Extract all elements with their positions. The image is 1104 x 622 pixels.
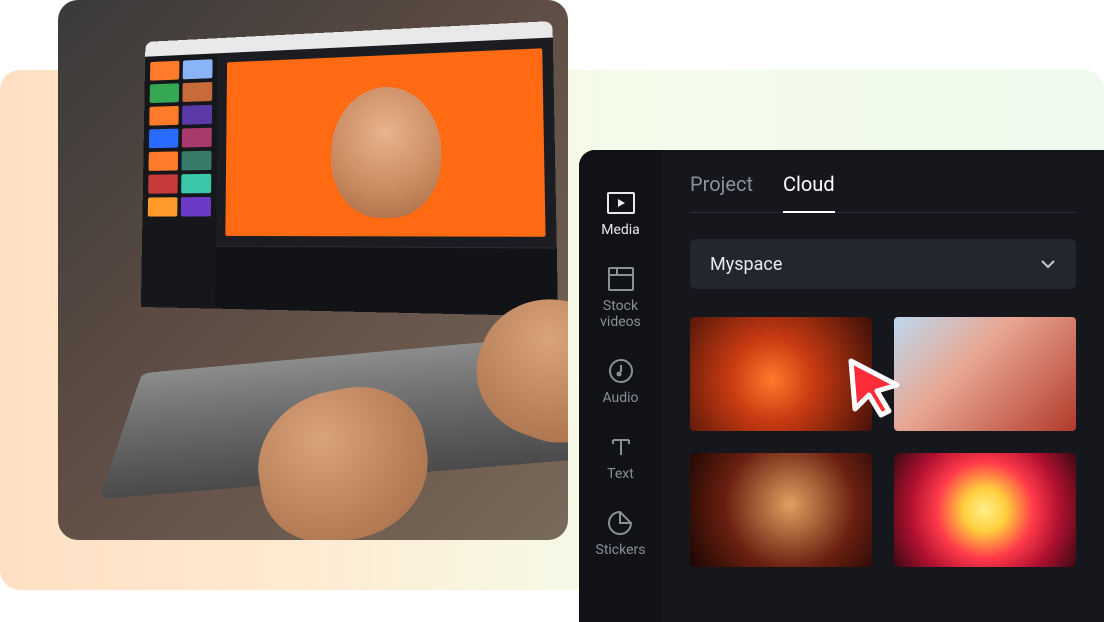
sidebar-item-label: Text <box>607 466 634 482</box>
sidebar-item-audio[interactable]: Audio <box>602 358 638 406</box>
laptop-photo <box>58 0 568 540</box>
tab-project[interactable]: Project <box>690 172 753 200</box>
chevron-down-icon <box>1040 259 1056 269</box>
sidebar-item-stock-videos[interactable]: Stock videos <box>600 266 641 330</box>
sidebar-item-label: Stickers <box>596 542 646 558</box>
left-sidebar: Media Stock videos Audio <box>579 150 662 622</box>
stickers-icon <box>605 510 635 536</box>
laptop-screen <box>141 21 558 316</box>
media-icon <box>606 190 636 216</box>
tabs: Project Cloud <box>690 172 1076 213</box>
text-icon <box>606 434 636 460</box>
sidebar-item-label: Media <box>601 222 640 238</box>
tab-label: Cloud <box>783 172 835 196</box>
audio-icon <box>606 358 636 384</box>
media-thumbnail[interactable] <box>690 453 872 567</box>
media-thumbnail[interactable] <box>894 317 1076 431</box>
cloud-media-grid <box>690 317 1076 567</box>
sidebar-item-label: Audio <box>602 390 638 406</box>
media-thumbnail[interactable] <box>894 453 1076 567</box>
sidebar-item-text[interactable]: Text <box>606 434 636 482</box>
dropdown-selected: Myspace <box>710 254 782 275</box>
stock-icon <box>606 266 636 292</box>
space-dropdown[interactable]: Myspace <box>690 239 1076 289</box>
media-panel: Media Stock videos Audio <box>579 150 1104 622</box>
panel-main: Project Cloud Myspace <box>662 150 1104 622</box>
sidebar-item-label: Stock videos <box>600 298 641 330</box>
sidebar-item-media[interactable]: Media <box>601 190 640 238</box>
tab-cloud[interactable]: Cloud <box>783 172 835 213</box>
tab-label: Project <box>690 172 753 196</box>
sidebar-item-stickers[interactable]: Stickers <box>596 510 646 558</box>
media-thumbnail[interactable] <box>690 317 872 431</box>
